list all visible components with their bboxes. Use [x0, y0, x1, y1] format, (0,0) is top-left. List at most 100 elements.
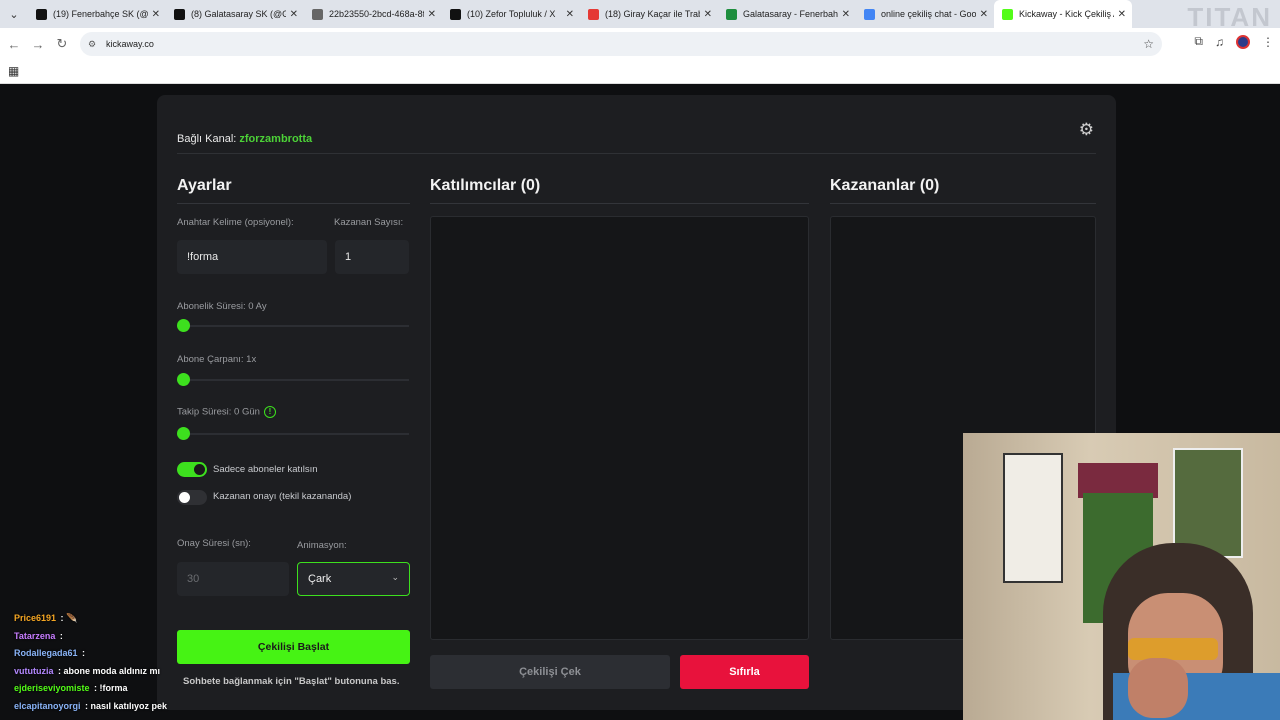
sub-multiplier-label: Abone Çarpanı: 1x — [177, 354, 257, 365]
settings-gear-icon[interactable]: ⚙ — [1079, 120, 1094, 140]
close-tab-icon[interactable]: ✕ — [704, 9, 712, 20]
follow-duration-slider[interactable] — [177, 427, 409, 440]
sub-duration-slider[interactable] — [177, 319, 409, 332]
tab-title: online çekiliş chat - Goog — [881, 9, 976, 19]
chat-username: Tatarzena — [14, 630, 56, 641]
x-logo-icon — [450, 8, 461, 20]
google-icon — [864, 8, 875, 20]
tab-title: 22b23550-2bcd-468a-8fc7 — [329, 9, 424, 19]
chat-username: Rodallegada61 — [14, 648, 78, 658]
winners-count-input[interactable]: 1 — [335, 240, 409, 274]
tab-title: (10) Zefor Topluluk / X — [467, 9, 556, 19]
animation-select[interactable]: Çark ⌄ — [297, 562, 410, 596]
tab-search-icon[interactable]: ⌄ — [0, 0, 28, 28]
chat-text: nasıl katılıyoz pek — [90, 700, 168, 711]
channel-label: Bağlı Kanal: — [177, 133, 237, 145]
winner-confirm-label: Kazanan onayı (tekil kazananda) — [213, 491, 352, 502]
chat-message: ejderiseviyomiste : !forma — [14, 683, 128, 693]
tab-title: (8) Galatasaray SK (@Gala — [191, 9, 286, 19]
x-logo-icon — [174, 8, 185, 20]
slider-handle[interactable] — [177, 427, 190, 440]
chat-text: abone moda aldınız mı — [63, 665, 161, 676]
confirm-time-input[interactable]: 30 — [177, 562, 289, 596]
globe-icon — [312, 8, 323, 20]
animation-selected-value: Çark — [308, 573, 332, 585]
chat-message: Rodallegada61 : — [14, 648, 86, 658]
tab-strip: ⌄ (19) Fenerbahçe SK (@Fen✕(8) Galatasar… — [0, 0, 1280, 32]
reset-button[interactable]: Sıfırla — [680, 655, 809, 689]
x-logo-icon — [36, 8, 47, 20]
follow-duration-label: Takip Süresi: 0 Gün — [177, 406, 260, 418]
kick-icon — [1002, 8, 1013, 20]
extensions-icon[interactable]: ⧉ — [1194, 34, 1203, 49]
chat-username: elcapitanoyorgi — [14, 700, 81, 711]
divider — [177, 153, 1096, 154]
sheets-icon — [726, 8, 737, 20]
info-icon[interactable]: ! — [263, 406, 276, 418]
winner-confirm-toggle[interactable] — [177, 490, 207, 505]
back-icon[interactable]: ← — [2, 37, 26, 52]
chat-username: vututuzia — [14, 665, 54, 676]
participants-list — [430, 216, 809, 640]
start-giveaway-button[interactable]: Çekilişi Başlat — [177, 630, 410, 664]
winners-count-label: Kazanan Sayısı: — [334, 217, 404, 228]
chat-text: !forma — [99, 683, 128, 693]
profile-avatar[interactable] — [1236, 34, 1250, 49]
browser-tab[interactable]: (8) Galatasaray SK (@Gala ✕ — [166, 0, 304, 28]
animation-label: Animasyon: — [297, 540, 347, 551]
media-icon[interactable]: ♫ — [1215, 35, 1224, 49]
close-tab-icon[interactable]: ✕ — [842, 9, 850, 20]
close-tab-icon[interactable]: ✕ — [1118, 9, 1126, 20]
browser-tab[interactable]: Galatasaray - Fenerbahçe ✕ — [718, 0, 856, 28]
bookmark-star-icon[interactable]: ☆ — [1143, 37, 1154, 51]
slider-handle[interactable] — [177, 373, 190, 386]
stream-chat-overlay: Price6191 : 🪶 Tatarzena : Rodallegada61 :… — [0, 613, 175, 718]
sub-multiplier-slider[interactable] — [177, 373, 409, 386]
chevron-down-icon: ⌄ — [391, 572, 399, 582]
tab-title: (18) Giray Kaçar ile Trabzo — [605, 9, 700, 19]
close-tab-icon[interactable]: ✕ — [980, 9, 988, 20]
reload-icon[interactable]: ↻ — [50, 36, 74, 52]
connected-channel: Bağlı Kanal: zforzambrotta — [177, 133, 312, 145]
browser-tab[interactable]: 22b23550-2bcd-468a-8fc7 ✕ — [304, 0, 442, 28]
close-tab-icon[interactable]: ✕ — [428, 9, 436, 20]
confirm-time-label: Onay Süresi (sn): — [177, 538, 251, 549]
chat-message: Tatarzena : — [14, 630, 63, 641]
keyword-input[interactable]: !forma — [177, 240, 327, 274]
apps-grid-icon[interactable]: ▦ — [8, 64, 19, 78]
close-tab-icon[interactable]: ✕ — [152, 9, 160, 20]
subs-only-toggle[interactable] — [177, 462, 207, 477]
chat-message: vututuzia : abone moda aldınız mı — [14, 665, 161, 676]
tab-title: Galatasaray - Fenerbahçe — [743, 9, 838, 19]
whiteboard — [1003, 453, 1063, 583]
chat-text: 🪶 — [66, 613, 78, 623]
draw-giveaway-button[interactable]: Çekilişi Çek — [430, 655, 670, 689]
youtube-icon — [588, 8, 599, 20]
address-bar[interactable]: ⚙ kickaway.co ☆ — [80, 32, 1162, 56]
chat-message: Price6191 : 🪶 — [14, 613, 78, 623]
close-tab-icon[interactable]: ✕ — [566, 9, 574, 20]
channel-name: zforzambrotta — [239, 133, 313, 145]
chat-username: ejderiseviyomiste — [14, 683, 90, 693]
chat-username: Price6191 — [14, 613, 57, 623]
slider-handle[interactable] — [177, 319, 190, 332]
menu-icon[interactable]: ⋮ — [1262, 35, 1274, 49]
close-tab-icon[interactable]: ✕ — [290, 9, 298, 20]
browser-tab[interactable]: (18) Giray Kaçar ile Trabzo ✕ — [580, 0, 718, 28]
forward-icon[interactable]: → — [26, 37, 50, 52]
settings-title: Ayarlar — [177, 177, 232, 194]
site-info-icon[interactable]: ⚙ — [88, 39, 98, 49]
chat-message: elcapitanoyorgi : nasıl katılıyoz pek — [14, 700, 168, 711]
navigation-bar: ← → ↻ ⚙ kickaway.co ☆ ⧉ ♫ ⋮ — [0, 28, 1280, 60]
keyword-label: Anahtar Kelime (opsiyonel): — [177, 217, 294, 228]
tab-title: Kickaway - Kick Çekiliş Ar — [1019, 9, 1114, 19]
sub-duration-label: Abonelik Süresi: 0 Ay — [177, 301, 267, 312]
browser-tab[interactable]: (19) Fenerbahçe SK (@Fen ✕ — [28, 0, 166, 28]
subs-only-label: Sadece aboneler katılsın — [213, 464, 318, 475]
browser-tab[interactable]: online çekiliş chat - Goog ✕ — [856, 0, 994, 28]
browser-tab[interactable]: (10) Zefor Topluluk / X ✕ — [442, 0, 580, 28]
divider — [177, 203, 410, 204]
divider — [830, 203, 1096, 204]
bookmarks-bar: ▦ — [0, 60, 1280, 84]
browser-tab[interactable]: Kickaway - Kick Çekiliş Ar ✕ — [994, 0, 1132, 28]
